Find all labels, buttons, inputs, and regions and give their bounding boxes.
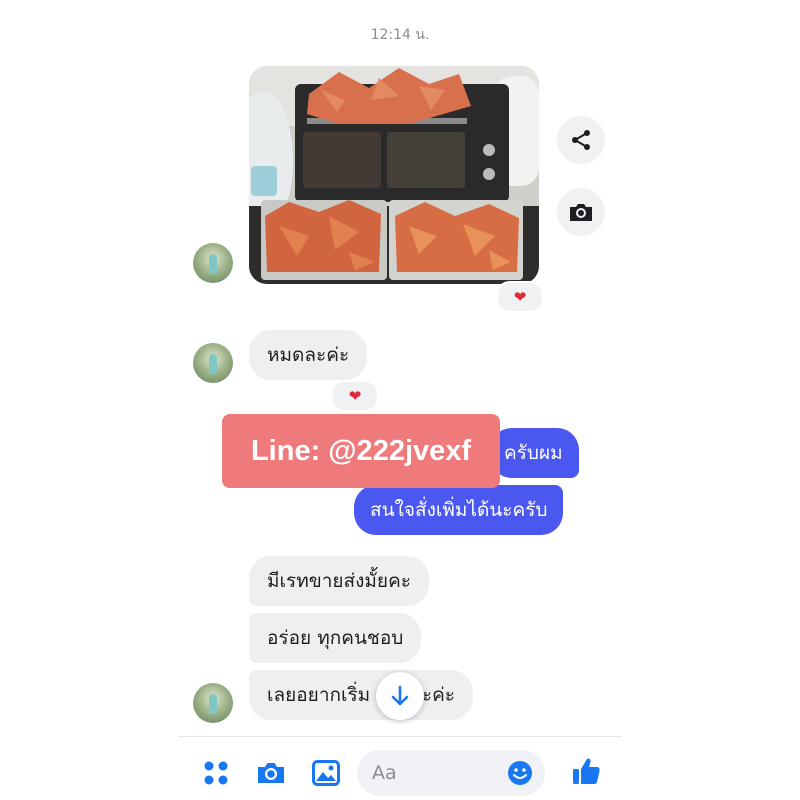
outgoing-message[interactable]: สนใจสั่งเพิ่มได้นะครับ	[354, 485, 564, 535]
right-margin	[622, 0, 800, 800]
message-input-placeholder: Aa	[372, 762, 397, 784]
gallery-button[interactable]	[309, 756, 343, 790]
photo-reaction[interactable]: ❤	[496, 281, 544, 313]
composer-divider	[178, 736, 622, 737]
outgoing-message[interactable]: ครับผม	[490, 428, 579, 478]
like-icon	[573, 758, 600, 784]
share-button[interactable]	[557, 116, 605, 164]
share-icon	[572, 130, 590, 150]
camera-button[interactable]	[254, 756, 288, 790]
like-button[interactable]	[569, 754, 603, 788]
line-id-watermark: Line: @222jvexf	[222, 414, 500, 488]
camera-icon	[570, 204, 592, 221]
message-timestamp: 12:14 น.	[370, 27, 430, 43]
heart-icon: ❤	[348, 387, 362, 405]
message-reaction[interactable]: ❤	[331, 380, 379, 412]
scroll-to-bottom-button[interactable]	[376, 672, 424, 720]
photo-content	[249, 66, 539, 284]
avatar[interactable]	[193, 343, 233, 383]
avatar[interactable]	[193, 243, 233, 283]
shared-photo[interactable]	[249, 66, 539, 284]
message-input[interactable]: Aa	[357, 750, 545, 796]
incoming-message[interactable]: อร่อย ทุกคนชอบ	[249, 613, 422, 663]
save-photo-button[interactable]	[557, 188, 605, 236]
camera-icon	[258, 763, 284, 783]
avatar[interactable]	[193, 683, 233, 723]
apps-icon	[204, 761, 228, 785]
arrow-down-icon	[391, 685, 409, 706]
message-text-start: เลยอยากเริ่ม	[267, 684, 371, 706]
incoming-message[interactable]: เลยอยากเริ่ม ละค่ะ	[249, 670, 473, 720]
left-margin	[0, 0, 178, 800]
incoming-message[interactable]: หมดละค่ะ	[249, 330, 368, 380]
incoming-message[interactable]: มีเรทขายส่งมั้ยคะ	[249, 556, 429, 606]
apps-button[interactable]	[199, 756, 233, 790]
heart-icon: ❤	[513, 288, 527, 306]
emoji-icon[interactable]	[507, 760, 533, 786]
gallery-icon	[312, 760, 340, 786]
